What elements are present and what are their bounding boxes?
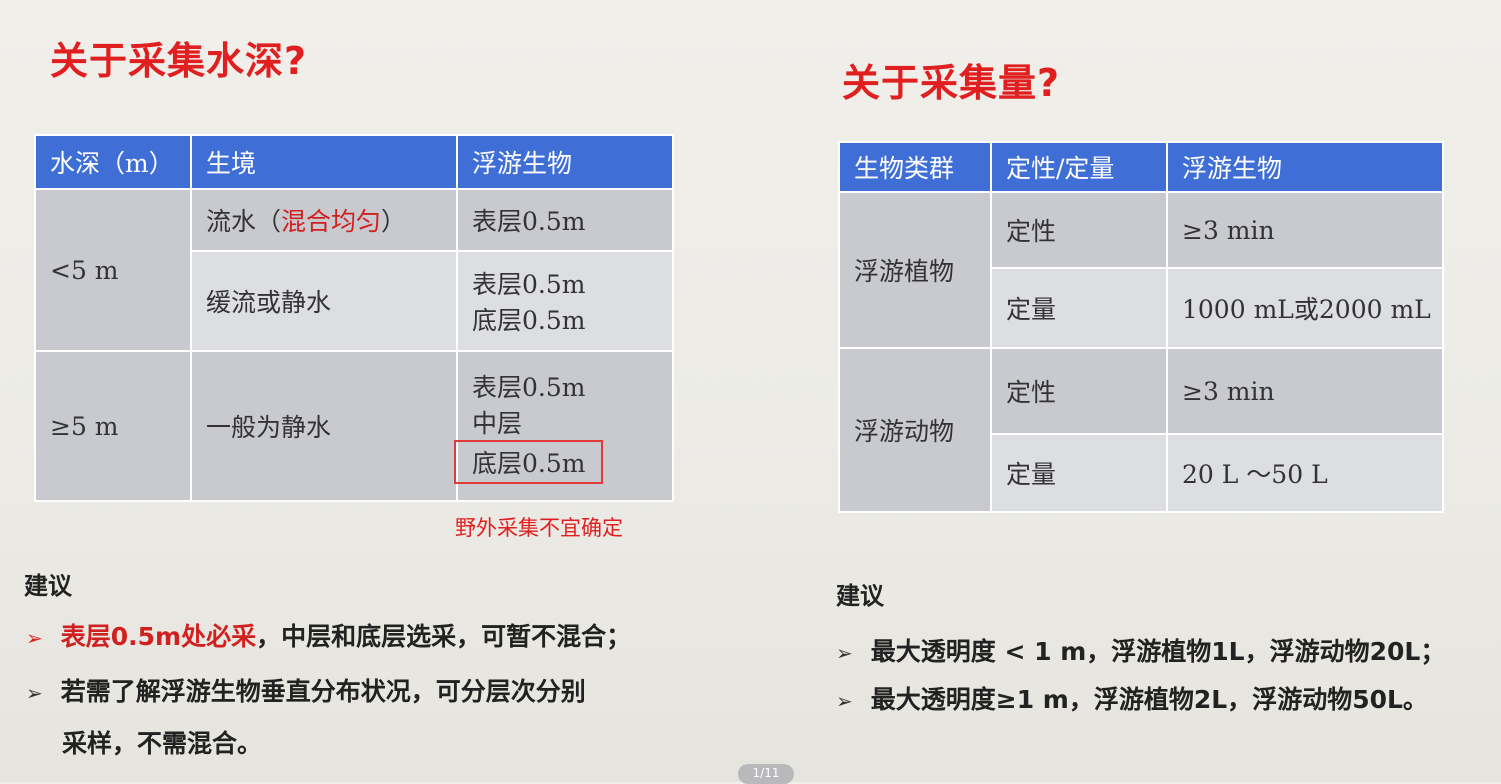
header-depth: 水深（m） <box>34 134 192 190</box>
right-bullet-2: ➢ 最大透明度≥1 m，浮游植物2L，浮游动物50L。 <box>836 680 1428 716</box>
depth-cell-lt5: <5 m <box>34 188 192 352</box>
group-cell-phyto: 浮游植物 <box>838 191 992 349</box>
depth-cell-ge5: ≥5 m <box>34 350 192 502</box>
table-row: ≥5 m 一般为静水 表层0.5m 中层 底层0.5m <box>34 350 674 502</box>
depth-table: 水深（m） 生境 浮游生物 <5 m 流水（混合均匀） 表层0.5m 缓流或静水… <box>34 134 674 502</box>
page-indicator[interactable]: 1/11 <box>738 764 794 784</box>
sample-cell-deep: 表层0.5m 中层 底层0.5m <box>454 350 674 502</box>
left-bullet-1: ➢ 表层0.5m处必采，中层和底层选采，可暂不混合； <box>26 617 631 653</box>
habitat-cell-slow: 缓流或静水 <box>190 250 458 352</box>
habitat-cell-flowing: 流水（混合均匀） <box>190 188 458 252</box>
header-plankton-right: 浮游生物 <box>1166 141 1444 193</box>
right-bullet-2-text: 最大透明度≥1 m，浮游植物2L，浮游动物50L。 <box>870 685 1428 714</box>
phyto-qual-value: ≥3 min <box>1166 191 1444 269</box>
sample-cell-flowing: 表层0.5m <box>456 188 674 252</box>
habitat-flowing-a: 流水（ <box>206 207 282 236</box>
phyto-qual-label: 定性 <box>990 191 1168 269</box>
right-bullet-1: ➢ 最大透明度 < 1 m，浮游植物1L，浮游动物20L； <box>836 632 1445 668</box>
right-bullet-1-text: 最大透明度 < 1 m，浮游植物1L，浮游动物20L； <box>870 637 1446 666</box>
left-bullet-1-rest: ，中层和底层选采，可暂不混合； <box>256 622 632 651</box>
sample-cell-slow: 表层0.5m 底层0.5m <box>456 250 674 352</box>
arrow-bullet-icon: ➢ <box>836 641 853 665</box>
header-habitat: 生境 <box>190 134 458 190</box>
table-row: 浮游植物 定性 ≥3 min <box>838 191 1444 349</box>
right-title: 关于采集量? <box>842 61 1061 105</box>
zoo-quant-label: 定量 <box>990 433 1168 513</box>
left-bullet-2-line1: 若需了解浮游生物垂直分布状况，可分层次分别 <box>60 677 586 706</box>
field-note: 野外采集不宜确定 <box>455 516 623 540</box>
habitat-cell-still: 一般为静水 <box>190 350 458 502</box>
depth-table-header: 水深（m） 生境 浮游生物 <box>34 134 674 190</box>
zoo-qual-label: 定性 <box>990 347 1168 435</box>
phyto-quant-label: 定量 <box>990 267 1168 349</box>
sample-slow-line2: 底层0.5m <box>472 306 586 335</box>
volume-table-header: 生物类群 定性/定量 浮游生物 <box>838 141 1444 193</box>
arrow-bullet-icon: ➢ <box>836 689 853 713</box>
left-bullet-2: ➢ 若需了解浮游生物垂直分布状况，可分层次分别 <box>26 672 586 708</box>
left-suggestion-title: 建议 <box>24 572 72 600</box>
volume-table: 生物类群 定性/定量 浮游生物 浮游植物 定性 ≥3 min 定量 1000 m… <box>838 141 1444 513</box>
left-bullet-1-highlight: 表层0.5m处必采 <box>60 622 257 651</box>
left-bullet-2-line2: 采样，不需混合。 <box>62 729 263 758</box>
sample-slow-line1: 表层0.5m <box>472 270 586 299</box>
sample-deep-line2: 中层 <box>472 409 523 438</box>
header-group: 生物类群 <box>838 141 992 193</box>
table-row: 浮游动物 定性 ≥3 min <box>838 347 1444 513</box>
sample-deep-line3-boxed: 底层0.5m <box>454 440 604 484</box>
sample-deep-line1: 表层0.5m <box>472 373 586 402</box>
right-suggestion-title: 建议 <box>836 582 884 610</box>
header-plankton: 浮游生物 <box>456 134 674 190</box>
habitat-flowing-mixed: 混合均匀 <box>281 207 382 236</box>
arrow-bullet-icon: ➢ <box>26 681 43 705</box>
zoo-quant-value: 20 L ～50 L <box>1166 433 1444 513</box>
left-title: 关于采集水深? <box>50 39 308 83</box>
header-type: 定性/定量 <box>990 141 1168 193</box>
phyto-quant-value: 1000 mL或2000 mL <box>1166 267 1444 349</box>
zoo-qual-value: ≥3 min <box>1166 347 1444 435</box>
group-cell-zoo: 浮游动物 <box>838 347 992 513</box>
arrow-bullet-icon: ➢ <box>26 626 43 650</box>
table-row: <5 m 流水（混合均匀） 表层0.5m <box>34 188 674 352</box>
habitat-flowing-c: ） <box>381 207 407 236</box>
